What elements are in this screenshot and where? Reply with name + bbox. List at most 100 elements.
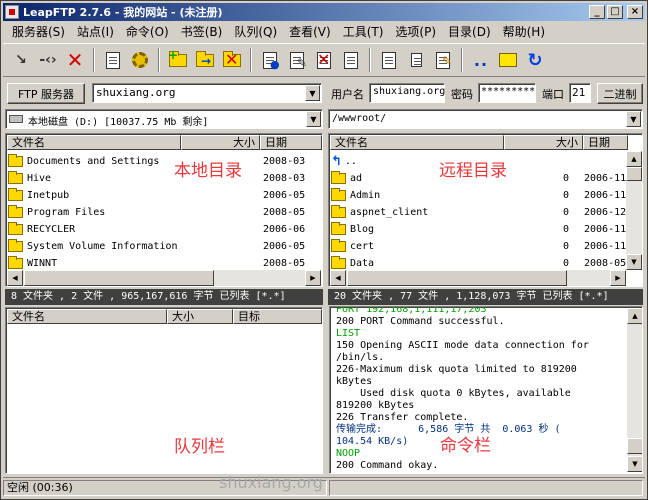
password-value: ********* [481,86,536,97]
chevron-down-icon[interactable]: ▼ [305,85,320,101]
local-col-name[interactable]: 文件名 [7,135,181,150]
remote-file-list[interactable]: 文件名 大小 日期 ↰.. ad 0 2006-11 Admin 0 2006-… [328,133,643,287]
command-caption: 命令栏 [440,436,491,456]
remote-col-date[interactable]: 日期 [583,135,628,150]
local-horizontal-scrollbar[interactable]: ◀ ▶ [7,270,321,286]
host-combobox[interactable]: shuxiang.org ▼ [92,83,322,103]
ftp-server-button[interactable]: FTP 服务器 [7,83,85,104]
queue-caption: 队列栏 [174,437,225,457]
folder-icon [8,205,23,218]
menu-help[interactable]: 帮助(H) [497,23,551,40]
menu-tools[interactable]: 工具(T) [337,23,390,40]
remote-horizontal-scrollbar[interactable]: ◀ ▶ [330,270,626,286]
list-item[interactable]: aspnet_client [331,204,501,221]
queue-transfer-icon[interactable]: → [193,48,217,72]
scroll-left-icon[interactable]: ◀ [330,270,346,286]
view-file-icon[interactable]: ● [258,48,282,72]
scroll-up-icon[interactable]: ▲ [627,308,642,324]
log-vertical-scrollbar[interactable]: ▲ ▼ [627,308,642,472]
title-bar[interactable]: LeapFTP 2.7.6 - 我的网站 - (未注册) _ □ × [3,3,645,21]
scroll-thumb[interactable] [347,270,567,286]
scroll-right-icon[interactable]: ▶ [305,270,321,286]
menu-queue[interactable]: 队列(Q) [228,23,283,40]
folder-icon [331,205,346,218]
folder-icon [331,222,346,235]
abort-icon[interactable]: ✕ [63,48,87,72]
list-item[interactable]: Blog [331,221,501,238]
command-log[interactable]: PORT 192,168,1,111,17,203 200 PORT Comma… [329,306,643,474]
queue-delete-icon[interactable]: ✕ [220,48,244,72]
menu-command[interactable]: 命令(O) [120,23,175,40]
properties-icon[interactable]: ✎ [431,48,455,72]
list-item[interactable]: Admin [331,187,501,204]
gear-icon[interactable] [128,48,152,72]
menu-directory[interactable]: 目录(D) [442,23,497,40]
menu-server[interactable]: 服务器(S) [6,23,71,40]
delete-file-icon[interactable]: ✕ [312,48,336,72]
folder-icon[interactable] [496,48,520,72]
queue-col-name[interactable]: 文件名 [7,309,167,324]
remote-directory-caption: 远程目录 [439,161,507,181]
menu-view[interactable]: 查看(V) [283,23,337,40]
password-label: 密码 [451,88,473,101]
chevron-down-icon[interactable]: ▼ [306,111,321,127]
list-item[interactable]: RECYCLER [8,221,258,238]
refresh-icon[interactable]: ↻ [523,48,547,72]
new-folder-icon[interactable] [339,48,363,72]
rename-icon[interactable] [404,48,428,72]
queue-add-icon[interactable]: + [166,48,190,72]
menu-bookmark[interactable]: 书签(B) [175,23,229,40]
scroll-left-icon[interactable]: ◀ [7,270,23,286]
username-field[interactable]: shuxiang.org [369,83,445,103]
maximize-button[interactable]: □ [607,5,623,19]
reconnect-icon[interactable]: -‹› [36,48,60,72]
menu-site[interactable]: 站点(I) [71,23,120,40]
remote-col-name[interactable]: 文件名 [330,135,504,150]
local-col-date[interactable]: 日期 [260,135,322,150]
remote-path-combobox[interactable]: /wwwroot/ ▼ [328,109,643,129]
local-col-size[interactable]: 大小 [181,135,260,150]
disconnect-icon[interactable]: ↘ [9,48,33,72]
window-title: LeapFTP 2.7.6 - 我的网站 - (未注册) [23,6,223,19]
scroll-thumb[interactable] [626,167,642,181]
close-button[interactable]: × [627,5,643,19]
local-drive-combobox[interactable]: 本地磁盘 (D:) [10037.75 Mb 剩余] ▼ [5,109,323,129]
password-field[interactable]: ********* [478,83,536,103]
queue-col-target[interactable]: 目标 [233,309,322,324]
list-item[interactable]: Inetpub [8,187,258,204]
binary-mode-button[interactable]: 二进制 [597,83,643,104]
port-value: 21 [572,86,586,99]
log-line: 226 Transfer complete. [336,412,469,423]
log-icon[interactable] [377,48,401,72]
folder-icon [331,256,346,269]
menu-options[interactable]: 选项(P) [389,23,442,40]
scroll-down-icon[interactable]: ▼ [626,254,642,270]
scroll-thumb[interactable] [24,270,214,286]
menu-bar: 服务器(S) 站点(I) 命令(O) 书签(B) 队列(Q) 查看(V) 工具(… [3,22,645,41]
queue-col-size[interactable]: 大小 [167,309,233,324]
scroll-down-icon[interactable]: ▼ [627,456,642,472]
edit-file-icon[interactable]: ✎ [285,48,309,72]
scroll-thumb[interactable] [627,438,642,454]
queue-list[interactable]: 文件名 大小 目标 队列栏 [5,307,323,474]
remote-vertical-scrollbar[interactable]: ▲ ▼ [626,151,642,270]
folder-icon [8,256,23,269]
local-file-list[interactable]: 文件名 大小 日期 Documents and Settings 2008-03… [5,133,323,287]
folder-icon [8,171,23,184]
status-bar: 空闲 (00:36) [3,477,645,497]
port-field[interactable]: 21 [569,83,591,103]
dots-icon[interactable]: .. [469,48,493,72]
scroll-right-icon[interactable]: ▶ [610,270,626,286]
remote-path-value: /wwwroot/ [332,113,387,124]
site-manager-icon[interactable] [101,48,125,72]
chevron-down-icon[interactable]: ▼ [626,111,641,127]
folder-icon [8,239,23,252]
remote-col-size[interactable]: 大小 [504,135,583,150]
minimize-button[interactable]: _ [589,5,605,19]
scroll-up-icon[interactable]: ▲ [626,151,642,167]
list-item[interactable]: Program Files [8,204,258,221]
drive-icon [9,115,23,123]
list-item[interactable]: cert [331,238,501,255]
app-window: LeapFTP 2.7.6 - 我的网站 - (未注册) _ □ × 服务器(S… [0,0,648,500]
list-item[interactable]: System Volume Information [8,238,258,255]
